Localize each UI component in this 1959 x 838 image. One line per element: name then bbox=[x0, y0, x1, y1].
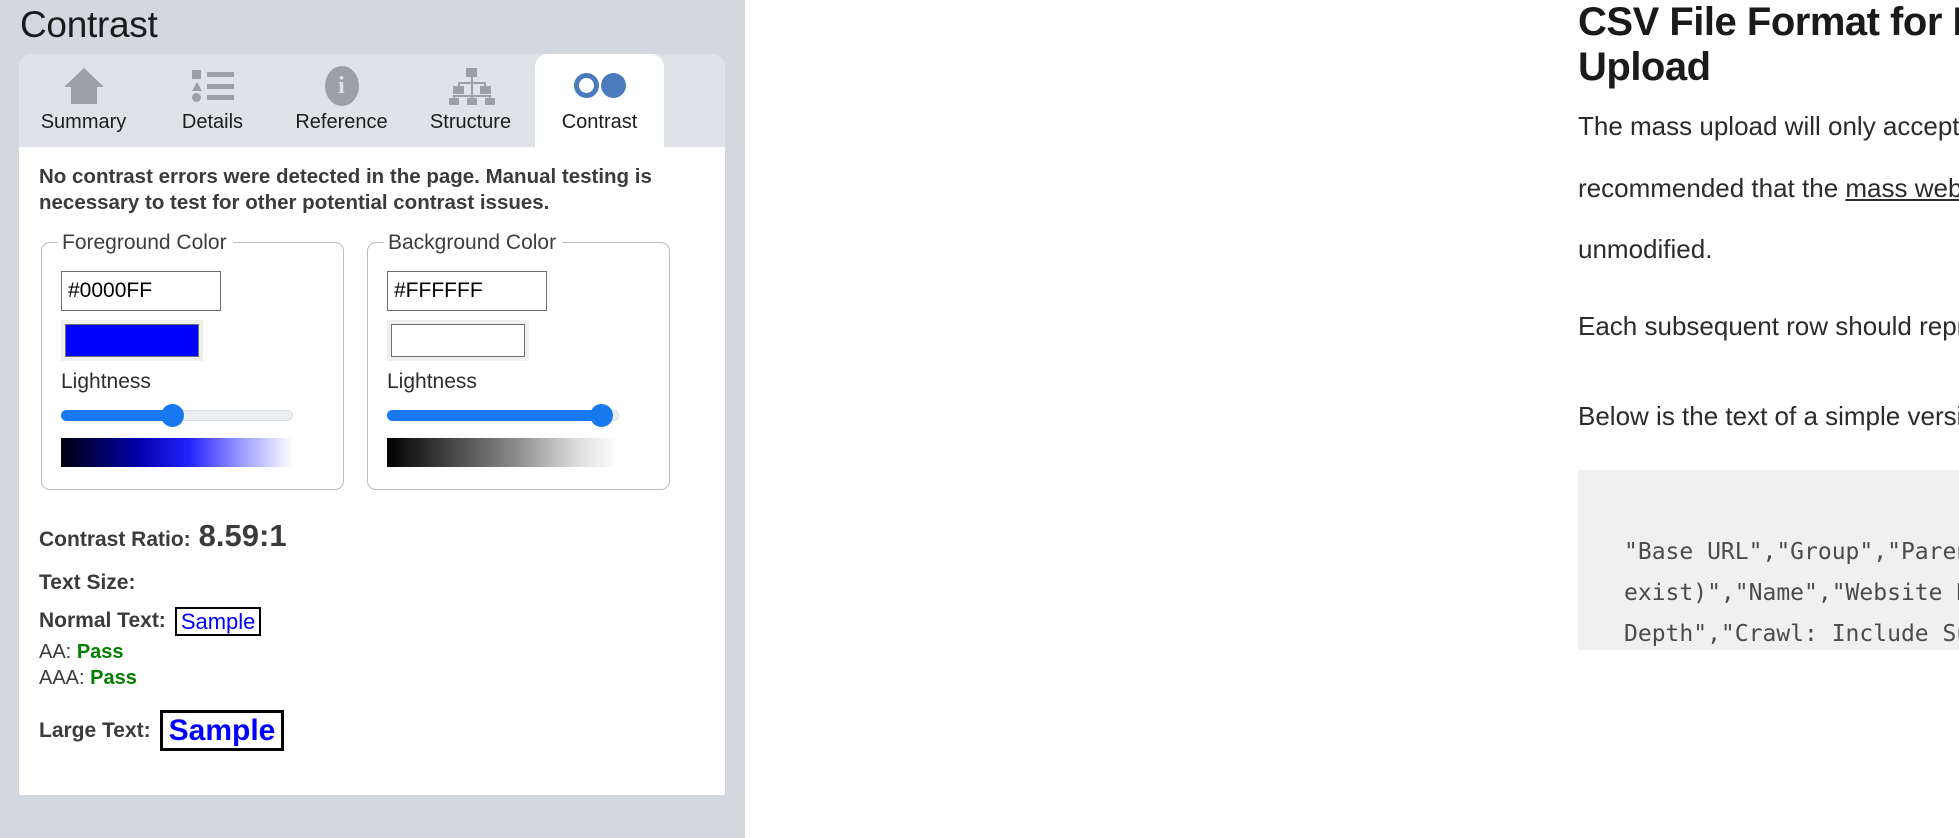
large-text-sample: Sample bbox=[159, 709, 285, 752]
paragraph-1-line-1: The mass upload will only accept CSV fil… bbox=[1578, 111, 1959, 141]
normal-aa-row: AA: Pass bbox=[39, 639, 705, 665]
csv-code-block: "Base URL","Group","Parent Group (If gro… bbox=[1578, 470, 1959, 650]
paragraph-2: Each subsequent row should represent a n… bbox=[1578, 311, 1959, 341]
page-content-area: CSV File Format for Bulk Website Upload … bbox=[745, 0, 1959, 838]
contrast-ratio-value: 8.59:1 bbox=[198, 517, 287, 553]
foreground-lightness-gradient bbox=[61, 437, 293, 467]
normal-aaa-label: AAA: bbox=[39, 666, 85, 689]
normal-aaa-value: Pass bbox=[90, 666, 137, 689]
paragraph-1: The mass upload will only accept CSV fil… bbox=[1578, 110, 1959, 266]
page-title: Contrast bbox=[20, 4, 158, 45]
screen-root: Contrast Summary Details i Reference Str… bbox=[0, 0, 1959, 838]
tab-structure[interactable]: Structure bbox=[406, 54, 535, 147]
background-color-group: Background Color #FFFFFF Lightness bbox=[367, 230, 670, 490]
tab-reference[interactable]: i Reference bbox=[277, 54, 406, 147]
info-icon: i bbox=[324, 65, 359, 107]
code-line-3: Depth","Crawl: Include Subdomains? (Y to… bbox=[1624, 620, 1959, 647]
heading-line-1: CSV File Format for Bulk Website bbox=[1578, 0, 1959, 44]
contrast-circles-icon bbox=[573, 65, 626, 107]
foreground-color-swatch[interactable] bbox=[65, 323, 199, 357]
background-lightness-gradient bbox=[387, 437, 619, 467]
background-lightness-label: Lightness bbox=[387, 369, 477, 393]
wave-tabstrip: Summary Details i Reference Structure Co… bbox=[19, 53, 725, 149]
tab-structure-label: Structure bbox=[429, 110, 512, 133]
sitemap-icon bbox=[448, 65, 495, 107]
foreground-lightness-slider[interactable] bbox=[61, 403, 293, 427]
contrast-ratio-row: Contrast Ratio: 8.59:1 bbox=[39, 518, 705, 554]
background-color-legend: Background Color bbox=[388, 230, 557, 254]
foreground-lightness-label: Lightness bbox=[61, 369, 151, 393]
background-lightness-slider[interactable] bbox=[387, 403, 619, 427]
tab-summary-label: Summary bbox=[40, 110, 127, 133]
paragraph-3: Below is the text of a simple version of… bbox=[1578, 401, 1959, 431]
paragraph-1-line-3: unmodified. bbox=[1578, 234, 1713, 264]
paragraph-1-line-2-pre: recommended that the bbox=[1578, 172, 1846, 203]
wave-sidebar-panel: Contrast Summary Details i Reference Str… bbox=[0, 0, 745, 838]
tab-contrast-label: Contrast bbox=[561, 110, 638, 133]
color-controls-row: Foreground Color #0000FF Lightness Backg… bbox=[39, 230, 705, 490]
foreground-swatch-wrap bbox=[61, 319, 203, 361]
contrast-ratio-label: Contrast Ratio: bbox=[39, 527, 191, 551]
tab-contrast[interactable]: Contrast bbox=[535, 53, 664, 149]
normal-text-label: Normal Text: bbox=[39, 609, 166, 633]
normal-aaa-row: AAA: Pass bbox=[39, 665, 705, 691]
tab-summary[interactable]: Summary bbox=[19, 54, 148, 147]
tab-reference-label: Reference bbox=[295, 110, 388, 133]
slider-fill bbox=[61, 409, 173, 421]
code-line-2: exist)","Name","Website Notes","Crawl: M… bbox=[1624, 579, 1959, 606]
paragraph-1-line-2: recommended that the mass website import… bbox=[1578, 172, 1959, 205]
contrast-status-message: No contrast errors were detected in the … bbox=[39, 164, 652, 215]
slider-thumb[interactable] bbox=[161, 403, 185, 427]
background-hex-input[interactable]: #FFFFFF bbox=[387, 270, 547, 311]
normal-aa-value: Pass bbox=[76, 640, 124, 663]
contrast-panel-body: No contrast errors were detected in the … bbox=[19, 146, 725, 795]
tab-details-label: Details bbox=[181, 110, 244, 133]
tab-details[interactable]: Details bbox=[148, 54, 277, 147]
foreground-color-legend: Foreground Color bbox=[62, 230, 227, 254]
contrast-results: Contrast Ratio: 8.59:1 Text Size: Normal… bbox=[39, 518, 705, 752]
normal-text-sample: Sample bbox=[174, 606, 262, 636]
normal-text-row: Normal Text: Sample bbox=[39, 606, 705, 636]
heading-line-2: Upload bbox=[1578, 44, 1711, 89]
list-details-icon bbox=[191, 65, 234, 107]
large-text-row: Large Text: Sample bbox=[39, 709, 705, 752]
foreground-hex-input[interactable]: #0000FF bbox=[61, 270, 221, 311]
background-swatch-wrap bbox=[387, 319, 529, 361]
mass-website-import-template-link[interactable]: mass website import template bbox=[1845, 173, 1959, 203]
foreground-color-group: Foreground Color #0000FF Lightness bbox=[41, 230, 344, 490]
home-icon bbox=[63, 65, 104, 107]
normal-aa-label: AA: bbox=[39, 640, 72, 663]
slider-fill bbox=[387, 409, 602, 421]
large-text-label: Large Text: bbox=[39, 718, 151, 742]
document-heading: CSV File Format for Bulk Website Upload bbox=[1578, 0, 1959, 90]
document-body: CSV File Format for Bulk Website Upload … bbox=[1578, 0, 1959, 650]
slider-thumb[interactable] bbox=[589, 403, 613, 427]
code-line-1: "Base URL","Group","Parent Group (If gro… bbox=[1624, 539, 1959, 565]
text-size-label: Text Size: bbox=[39, 570, 136, 594]
background-color-swatch[interactable] bbox=[391, 323, 525, 357]
